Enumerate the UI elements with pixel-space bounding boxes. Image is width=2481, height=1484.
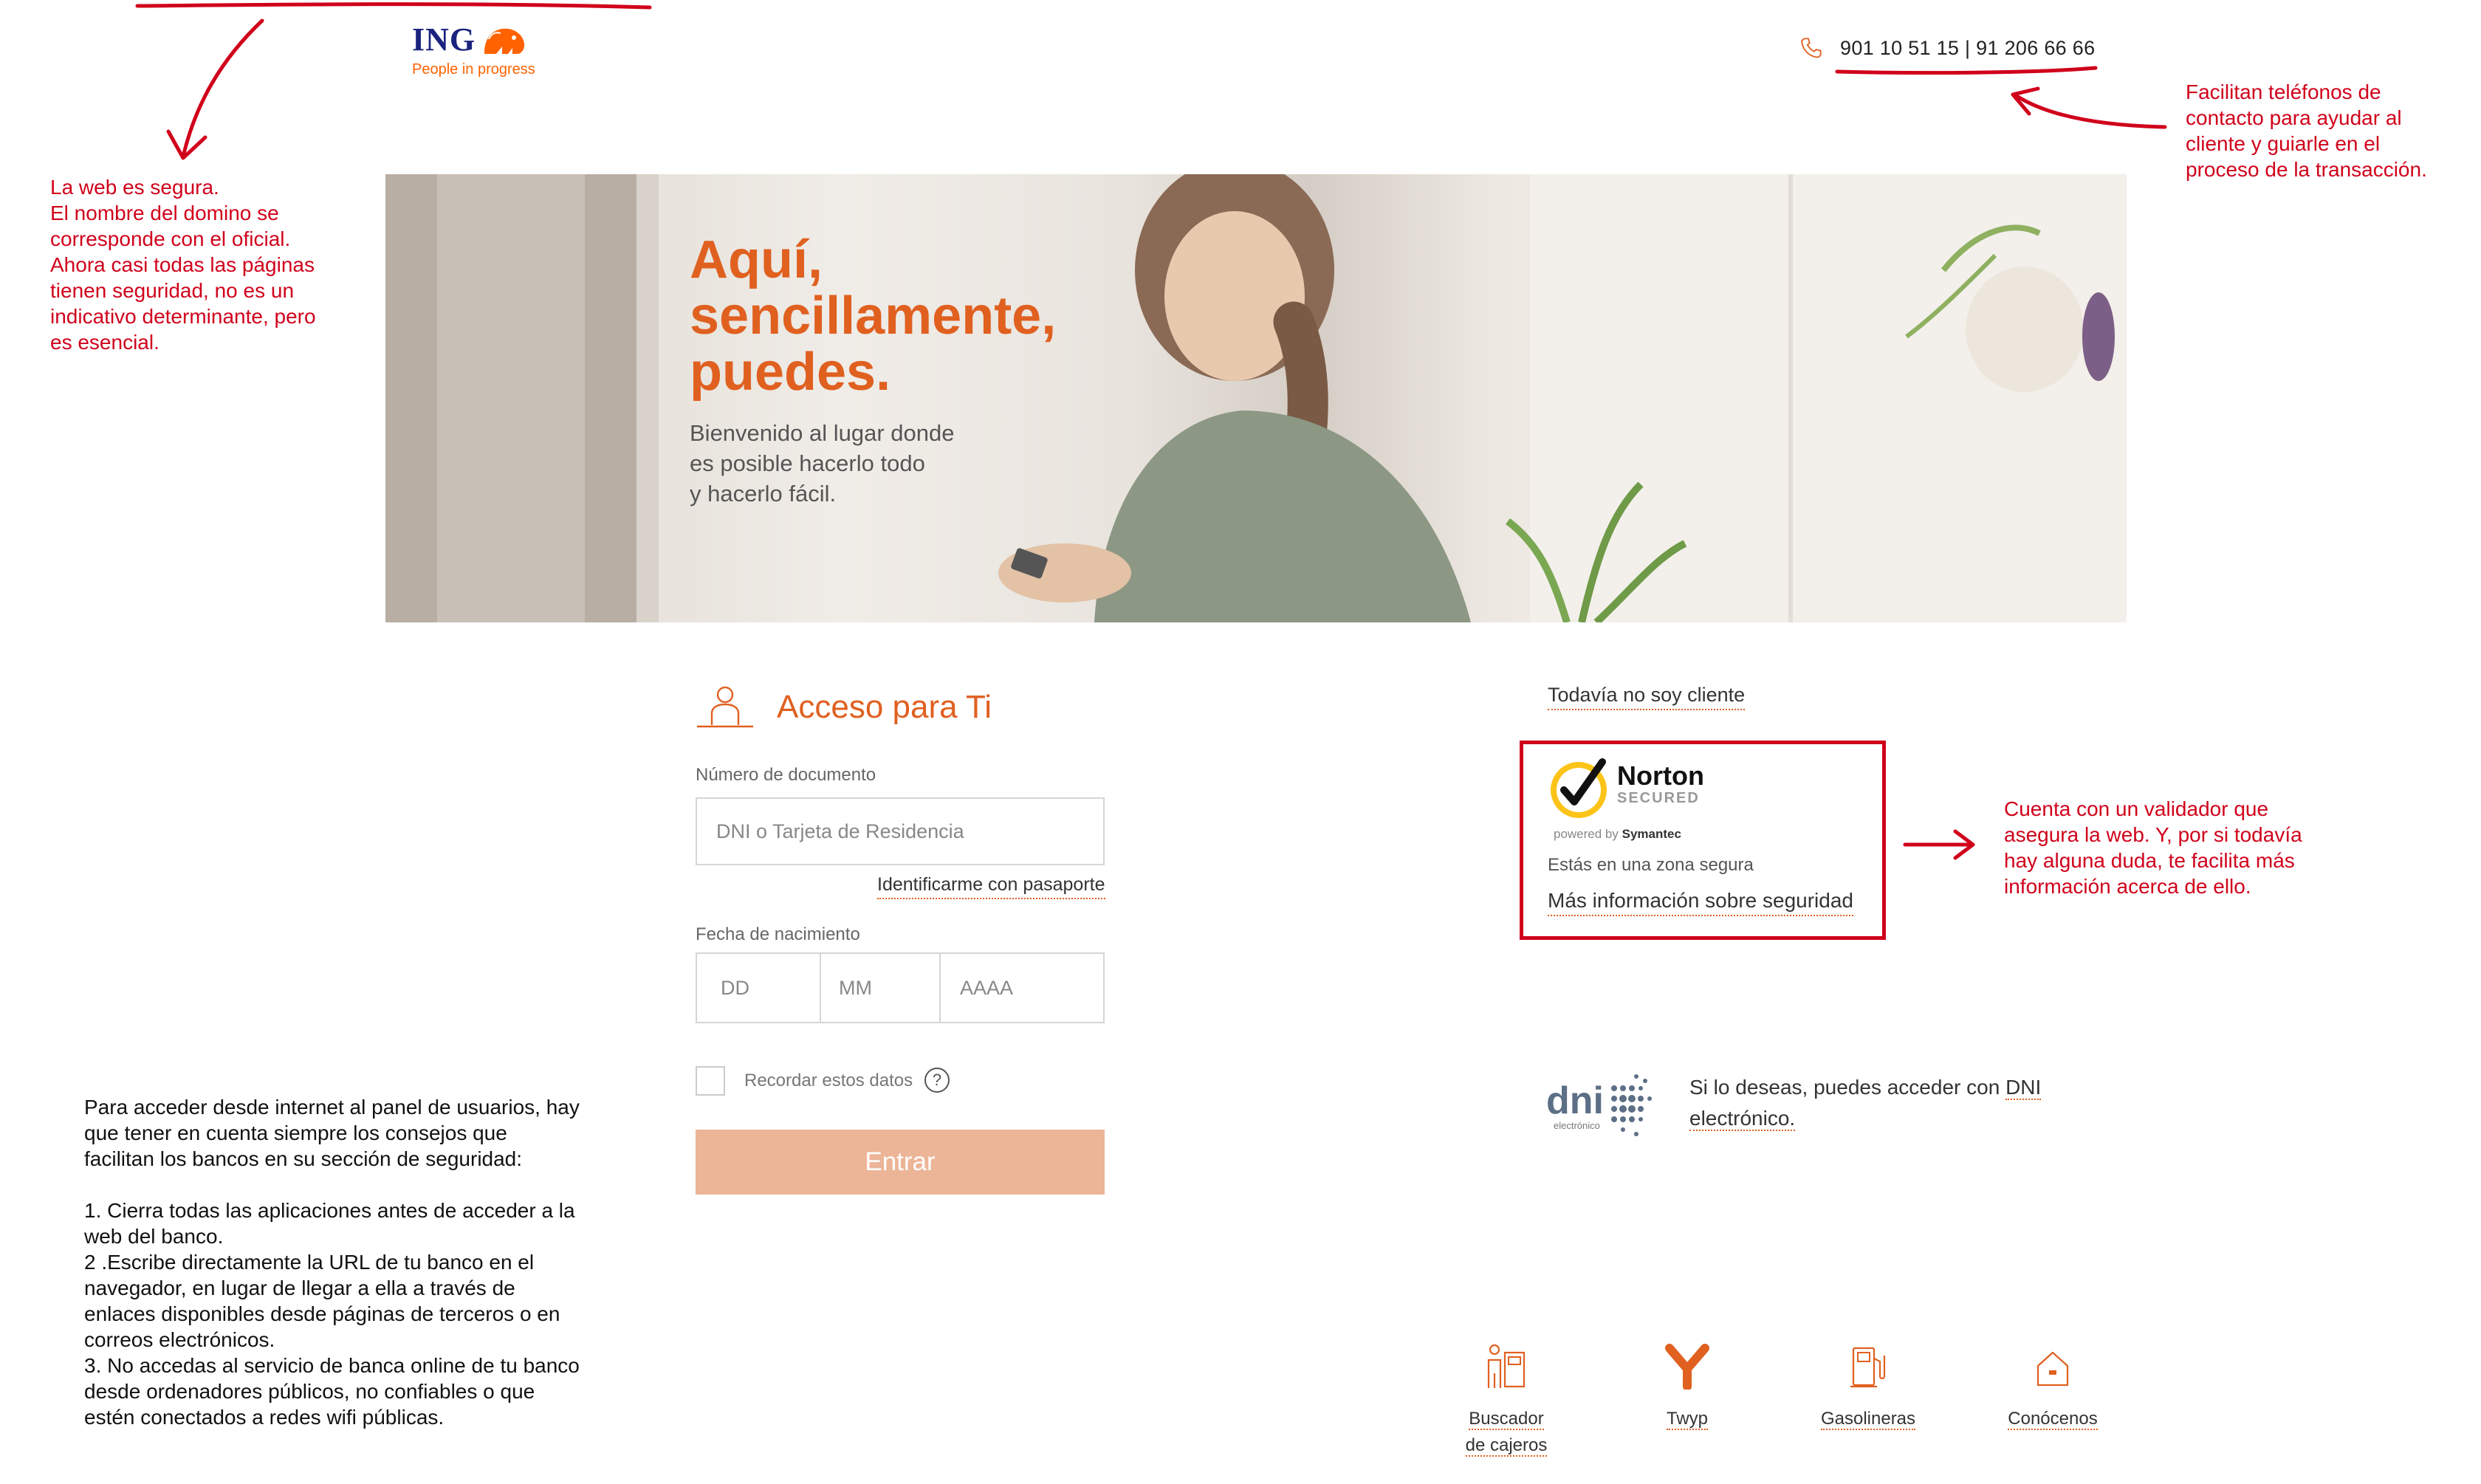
day-input[interactable]: DD — [697, 954, 821, 1022]
page: ING People in progress 901 10 51 15 | 91… — [0, 0, 2481, 1484]
dni-text-prefix: Si lo deseas, puedes acceder con — [1689, 1076, 2006, 1099]
twyp-link[interactable]: Twyp — [1639, 1344, 1735, 1432]
norton-powered-text: powered by — [1554, 827, 1619, 841]
dni-access-text: Si lo deseas, puedes acceder con DNI ele… — [1689, 1072, 2073, 1134]
norton-check-icon — [1551, 758, 1607, 818]
phone-underline-stroke — [1835, 66, 2098, 75]
enter-button[interactable]: Entrar — [696, 1130, 1105, 1195]
phone-icon — [1801, 38, 1822, 58]
twyp-label: Twyp — [1666, 1406, 1708, 1432]
atm-icon — [1487, 1344, 1526, 1388]
gas-stations-label-text: Gasolineras — [1820, 1409, 1916, 1430]
phone-arrow-stroke — [2012, 92, 2167, 129]
form-title: Acceso para Ti — [777, 689, 992, 725]
birthdate-group: DD MM AAAA — [696, 952, 1105, 1023]
help-icon[interactable]: ? — [924, 1068, 950, 1093]
dni-link-part2[interactable]: electrónico. — [1689, 1107, 1796, 1131]
fuel-pump-icon — [1850, 1347, 1886, 1388]
atm-finder-link[interactable]: Buscador de cajeros — [1447, 1344, 1565, 1459]
url-underline-stroke — [135, 2, 652, 10]
twyp-icon — [1665, 1344, 1709, 1389]
logo-wordmark: ING — [412, 21, 476, 58]
about-us-label: Conócenos — [2008, 1406, 2098, 1432]
dni-chip-icon — [1610, 1074, 1652, 1136]
annotation-secure-web: La web es segura. El nombre del domino s… — [50, 176, 316, 354]
url-arrow-stroke — [181, 18, 264, 159]
passport-link[interactable]: Identificarme con pasaporte — [877, 874, 1105, 899]
dni-wordmark: dni electrónico — [1546, 1082, 1604, 1131]
dni-logo-text: dni — [1546, 1079, 1604, 1122]
hero-subtitle: Bienvenido al lugar donde es posible hac… — [690, 420, 955, 506]
annotation-phones: Facilitan teléfonos de contacto para ayu… — [2186, 80, 2427, 181]
about-us-label-text: Conócenos — [2008, 1409, 2098, 1430]
month-input[interactable]: MM — [821, 954, 941, 1022]
month-placeholder: MM — [839, 976, 872, 999]
about-us-link[interactable]: Conócenos — [1986, 1344, 2119, 1432]
person-icon — [697, 686, 753, 728]
home-icon — [2036, 1351, 2069, 1387]
atm-finder-label-line1: Buscador — [1469, 1409, 1544, 1430]
contact-phone[interactable]: 901 10 51 15 | 91 206 66 66 — [1799, 35, 2095, 61]
day-placeholder: DD — [721, 976, 749, 999]
dni-link-part1[interactable]: DNI — [2005, 1076, 2042, 1100]
remember-label: Recordar estos datos — [744, 1071, 913, 1090]
annotation-security-advice: Para acceder desde internet al panel de … — [84, 1096, 580, 1429]
document-label: Número de documento — [696, 765, 876, 785]
form-header: Acceso para Ti — [694, 685, 992, 729]
dni-logo-sub: electrónico — [1554, 1119, 1600, 1131]
gas-stations-link[interactable]: Gasolineras — [1802, 1344, 1935, 1432]
phone-numbers: 901 10 51 15 | 91 206 66 66 — [1840, 36, 2096, 59]
hero-banner: Aquí, sencillamente, puedes. Bienvenido … — [385, 174, 2127, 622]
atm-finder-label: Buscador de cajeros — [1465, 1406, 1548, 1459]
logo-tagline: People in progress — [412, 61, 535, 78]
document-placeholder: DNI o Tarjeta de Residencia — [716, 820, 964, 842]
hero-photo — [385, 174, 2127, 622]
dni-logo[interactable]: dni electrónico — [1546, 1071, 1654, 1141]
atm-finder-label-line2: de cajeros — [1465, 1435, 1548, 1457]
remember-checkbox[interactable] — [696, 1066, 725, 1096]
year-input[interactable]: AAAA — [941, 954, 1103, 1022]
hero-title: Aquí, sencillamente, puedes. — [690, 230, 1057, 402]
norton-symantec: Symantec — [1622, 827, 1681, 841]
norton-brand: Norton — [1617, 760, 1704, 791]
lion-icon — [484, 28, 525, 54]
ing-logo[interactable]: ING People in progress — [412, 21, 535, 78]
annotation-validator: Cuenta con un validador que asegura la w… — [2004, 797, 2302, 898]
twyp-label-text: Twyp — [1666, 1409, 1708, 1430]
year-placeholder: AAAA — [960, 976, 1014, 999]
not-client-link[interactable]: Todavía no soy cliente — [1548, 684, 1746, 710]
security-info-link[interactable]: Más información sobre seguridad — [1548, 889, 1853, 916]
birthdate-label: Fecha de nacimiento — [696, 924, 860, 944]
norton-secured: SECURED — [1617, 790, 1700, 806]
document-input[interactable]: DNI o Tarjeta de Residencia — [696, 797, 1105, 865]
norton-wordmark: Norton SECURED — [1617, 762, 1704, 807]
gas-stations-label: Gasolineras — [1820, 1406, 1916, 1432]
norton-seal[interactable]: Norton SECURED — [1548, 756, 1704, 822]
secure-zone-text: Estás en una zona segura — [1548, 855, 1754, 875]
norton-powered-by: powered by Symantec — [1554, 827, 1681, 842]
